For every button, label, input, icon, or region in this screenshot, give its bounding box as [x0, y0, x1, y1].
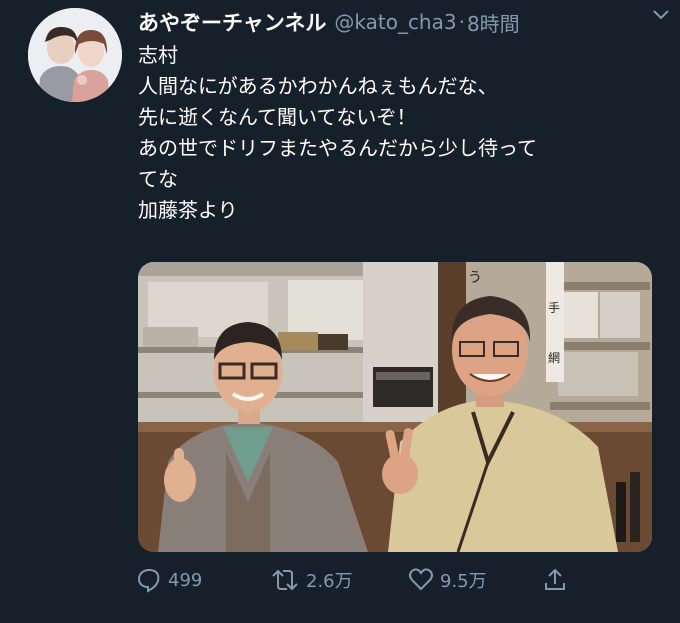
tweet-text-line: 志村 [138, 43, 178, 67]
reply-icon [137, 568, 160, 593]
timestamp[interactable]: 8時間 [467, 8, 520, 37]
avatar[interactable] [28, 8, 122, 102]
tweet-photo[interactable]: う 手 網 [138, 262, 652, 552]
retweet-icon [272, 569, 298, 591]
heart-icon [409, 568, 433, 591]
user-handle[interactable]: @kato_cha3 [334, 10, 456, 34]
tweet-text-line: あの世でドリフまたやるんだから少し待って [138, 136, 537, 160]
sign-text: う [468, 270, 482, 286]
tweet-actions: 499 2.6万 9.5万 [130, 562, 650, 598]
separator-dot: · [458, 10, 465, 34]
display-name[interactable]: あやぞーチャンネル [138, 7, 326, 37]
tweet-text-line: 先に逝くなんて聞いてないぞ！ [138, 105, 417, 129]
tweet-text-line: てな [138, 167, 178, 191]
like-button[interactable]: 9.5万 [408, 562, 487, 598]
share-icon [545, 568, 565, 590]
tweet-text-line: 人間なにがあるかわかんねぇもんだな、 [138, 74, 498, 98]
like-count: 9.5万 [440, 571, 487, 592]
tweet[interactable]: あやぞーチャンネル @kato_cha3 · 8時間 志村 人間なにがあるかわか… [0, 0, 680, 623]
tweet-text-line: 加藤茶より [138, 198, 238, 222]
chevron-down-icon[interactable] [652, 8, 670, 22]
tweet-header: あやぞーチャンネル @kato_cha3 · 8時間 [138, 6, 662, 38]
share-button[interactable] [542, 562, 574, 598]
reply-count: 499 [168, 569, 203, 591]
sign-text: 手 [548, 301, 560, 315]
retweet-button[interactable]: 2.6万 [270, 562, 353, 598]
tweet-text: 志村 人間なにがあるかわかんねぇもんだな、 先に逝くなんて聞いてないぞ！ あの世… [138, 40, 658, 226]
avatar-image [28, 8, 122, 102]
retweet-count: 2.6万 [306, 571, 353, 592]
sign-text: 網 [548, 351, 560, 365]
reply-button[interactable]: 499 [136, 562, 202, 598]
photo-two-men-kitchen: う 手 網 [138, 262, 652, 552]
